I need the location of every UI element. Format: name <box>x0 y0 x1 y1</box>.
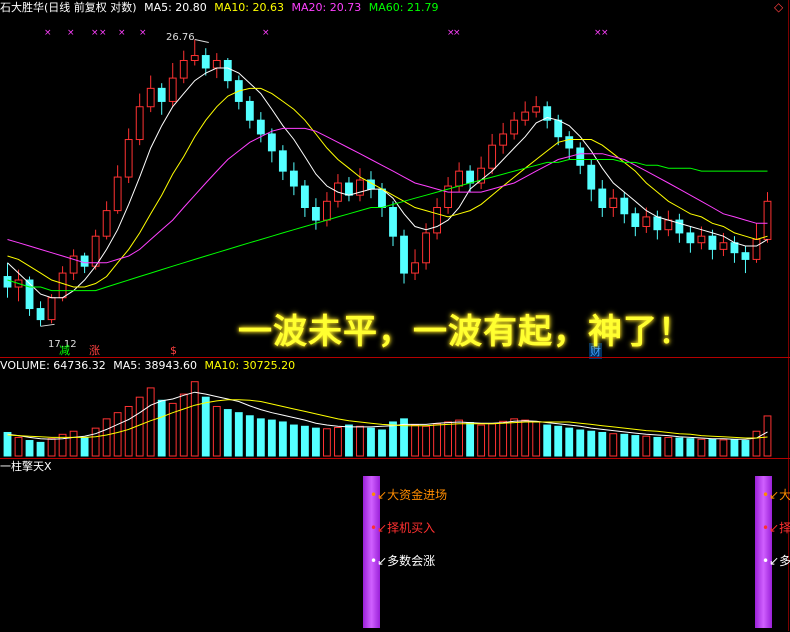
signal-big-money-text: 大资金进场 <box>387 488 448 502</box>
chart-header: 石大胜华(日线 前复权 对数) MA5: 20.80 MA10: 20.63 M… <box>0 1 438 15</box>
signal-big-money: •↙大资金进场 <box>370 486 447 503</box>
indicator-separator <box>0 458 790 459</box>
indicator-title: 一柱擎天X <box>0 460 52 473</box>
signal-rise: •↙多数会涨 <box>370 552 435 569</box>
signal-rise-text: 多数会涨 <box>387 554 436 568</box>
caption-banner: 一波未平，一波有起，神了！ <box>238 312 693 352</box>
signal-buy-partial: •↙择 <box>762 519 790 536</box>
volume-header: VOLUME: 64736.32 MA5: 38943.60 MA10: 307… <box>0 359 295 373</box>
volume-ma5-label: MA5: 38943.60 <box>113 359 197 372</box>
arrow-icon: ↙ <box>377 488 388 502</box>
diamond-icon[interactable]: ◇ <box>774 0 783 14</box>
volume-label: VOLUME: 64736.32 <box>0 359 106 372</box>
arrow-icon: ↙ <box>769 521 780 535</box>
arrow-icon: ↙ <box>769 554 780 568</box>
signal-big-money-partial: •↙大 <box>762 486 790 503</box>
arrow-icon: ↙ <box>769 488 780 502</box>
arrow-icon: ↙ <box>377 521 388 535</box>
tag-reduce: 减 <box>59 344 70 357</box>
tag-dollar: $ <box>170 344 177 357</box>
ma5-legend: MA5: 20.80 <box>144 1 207 14</box>
tag-rise: 涨 <box>89 344 100 357</box>
volume-ma10-label: MA10: 30725.20 <box>204 359 296 372</box>
volume-separator <box>0 357 790 358</box>
stock-title: 石大胜华(日线 前复权 对数) <box>0 1 137 14</box>
ma20-legend: MA20: 20.73 <box>291 1 362 14</box>
partial-text-2: 择 <box>779 521 790 535</box>
signal-rise-partial: •↙多 <box>762 552 790 569</box>
signal-buy-text: 择机买入 <box>387 521 436 535</box>
high-price-label: 26.76 <box>166 32 195 43</box>
ma60-legend: MA60: 21.79 <box>368 1 439 14</box>
partial-text-3: 多 <box>779 554 790 568</box>
arrow-icon: ↙ <box>377 554 388 568</box>
signal-buy: •↙择机买入 <box>370 519 435 536</box>
partial-text-1: 大 <box>779 488 790 502</box>
ma10-legend: MA10: 20.63 <box>214 1 285 14</box>
